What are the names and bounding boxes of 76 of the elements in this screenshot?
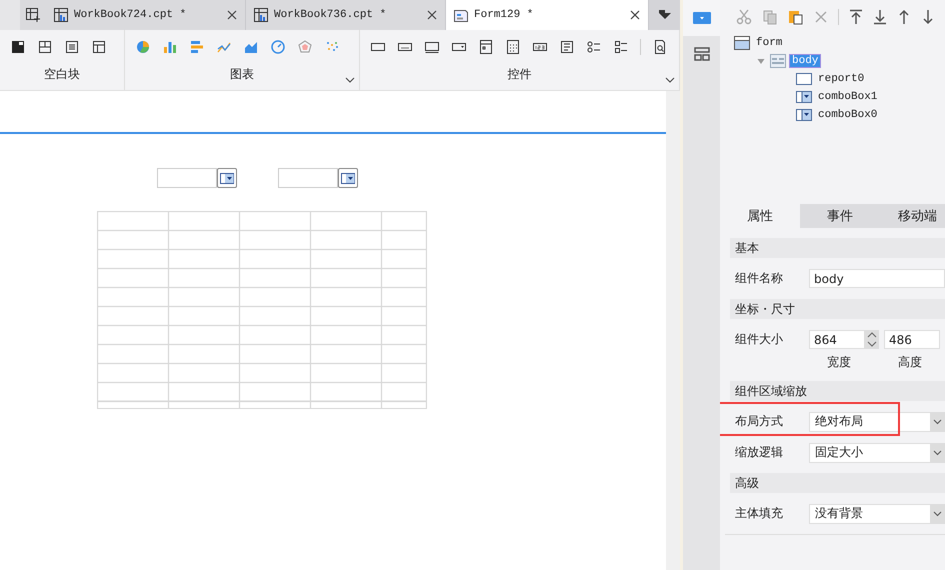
chevron-down-icon[interactable] [345,77,355,83]
section-header[interactable]: 高级 [730,473,945,493]
section-header[interactable]: 组件区域缩放 [730,381,945,401]
group-label: 图表 [229,66,255,83]
layout-block-icon[interactable] [37,39,53,55]
paste-icon[interactable] [788,9,804,25]
close-icon[interactable] [427,10,437,20]
chevron-down-icon[interactable] [932,510,942,516]
spinner-icon[interactable] [865,330,879,349]
document-tab[interactable]: WorkBook736.cpt * [246,0,446,30]
field-label: 主体填充 [735,505,784,522]
checkbox-group-icon[interactable] [613,39,629,55]
button-widget-icon[interactable] [424,39,440,55]
width-caption: 宽度 [827,354,851,371]
pie-chart-icon[interactable] [135,39,151,55]
preview-icon[interactable] [652,39,668,55]
field-label: 组件大小 [735,331,784,348]
block-icon[interactable] [10,39,26,55]
group-label: 控件 [506,66,532,83]
field-label: 布局方式 [735,413,784,430]
combo-box[interactable] [157,168,237,188]
height-input[interactable]: 486 [884,330,940,349]
move-up-icon[interactable] [897,9,911,25]
panel-tab[interactable]: 移动端 [880,204,939,228]
tree-item[interactable]: comboBox0 [816,109,880,121]
dropdown-field[interactable]: 没有背景 [809,504,945,524]
chevron-down-icon[interactable] [665,77,675,83]
section-header[interactable]: 坐标・尺寸 [730,299,945,319]
body-node-icon [770,54,786,68]
document-tab[interactable]: WorkBook724.cpt * [46,0,246,30]
move-to-top-icon[interactable] [849,9,863,25]
report-node-icon [796,73,812,85]
expand-arrow-icon[interactable] [756,56,766,66]
field-label: 缩放逻辑 [735,444,784,461]
chevron-down-icon[interactable] [932,418,942,424]
tab-menu-icon[interactable] [658,9,672,21]
move-down-icon[interactable] [921,9,935,25]
bar-chart-icon[interactable] [162,39,178,55]
tree-item[interactable]: report0 [816,73,866,85]
table-block-icon[interactable] [91,39,107,55]
radar-chart-icon[interactable] [297,39,313,55]
horizontal-bar-chart-icon[interactable] [189,39,205,55]
form-icon [454,8,468,22]
document-tab[interactable]: Form129 * [446,0,649,30]
dropdown-field[interactable]: 固定大小 [809,442,945,462]
combo-node-icon [796,109,812,121]
workbook-icon [254,8,268,22]
tree-item[interactable]: form [754,37,784,49]
dropdown-field[interactable]: 绝对布局 [809,412,945,432]
group-label: 空白块 [43,66,81,83]
close-icon[interactable] [227,10,237,20]
move-to-bottom-icon[interactable] [873,9,887,25]
width-input[interactable]: 864 [809,330,865,349]
text-area-icon[interactable] [559,39,575,55]
panel-tab[interactable]: 事件 [800,204,880,228]
radio-group-icon[interactable] [586,39,602,55]
new-sheet-icon[interactable] [25,7,41,23]
close-icon[interactable] [630,10,640,20]
combo-node-icon [796,91,812,103]
dropdown-tree-icon[interactable] [478,39,494,55]
panel-tab[interactable]: 属性 [720,204,800,228]
widget-dropdown-icon[interactable] [692,12,710,24]
tree-item[interactable]: comboBox1 [816,91,880,103]
form-node-icon [734,36,750,50]
layout-icon[interactable] [694,47,710,61]
gauge-chart-icon[interactable] [270,39,286,55]
calendar-icon[interactable] [505,39,521,55]
text-block-icon[interactable] [64,39,80,55]
workbook-icon [54,8,68,22]
height-caption: 高度 [898,354,922,371]
combo-box[interactable] [278,168,358,188]
name-input[interactable]: body [809,269,945,288]
section-header[interactable]: 基本 [730,238,945,258]
scrollbar[interactable] [666,91,680,570]
chevron-down-icon[interactable] [932,450,942,456]
field-label: 组件名称 [735,270,784,287]
